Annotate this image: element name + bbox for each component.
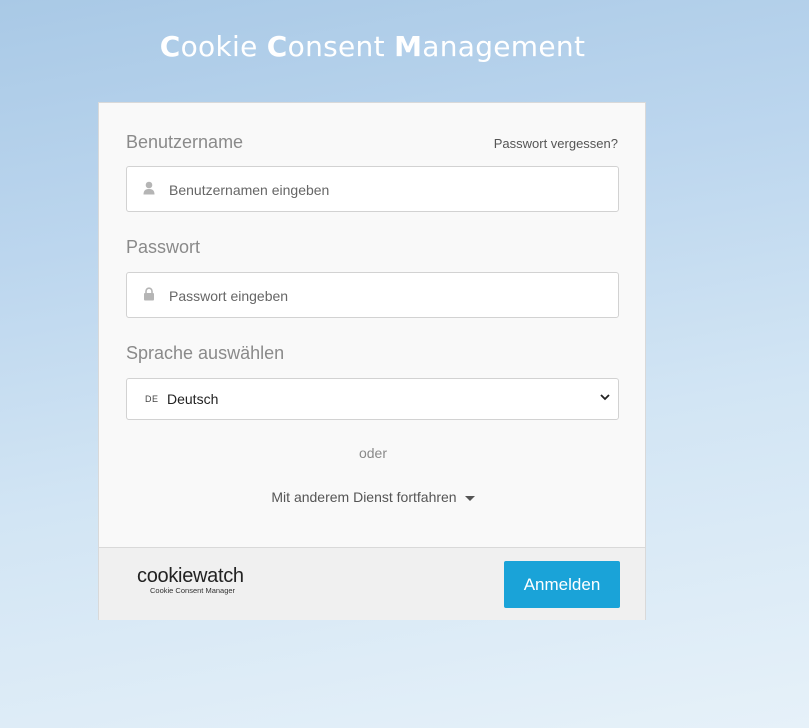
user-icon: [143, 181, 155, 195]
username-field[interactable]: [126, 166, 619, 213]
language-label: Sprache auswählen: [126, 343, 285, 363]
logo-sub-text: Cookie Consent Manager: [150, 586, 236, 595]
language-flag: DE: [145, 394, 159, 404]
language-select[interactable]: DE Deutsch: [126, 378, 619, 420]
password-field[interactable]: [126, 272, 619, 319]
lock-icon: [144, 287, 154, 301]
login-card: Benutzername Passwort vergessen? Passwor…: [98, 102, 646, 620]
forgot-password-link[interactable]: Passwort vergessen?: [494, 136, 618, 151]
language-value: Deutsch: [167, 391, 219, 407]
card-footer: cookiewatch Cookie Consent Manager Anmel…: [99, 547, 645, 620]
cookiewatch-logo: cookiewatch Cookie Consent Manager: [137, 565, 244, 595]
login-button[interactable]: Anmelden: [504, 561, 620, 608]
chevron-down-icon: [600, 394, 610, 401]
other-service-label: Mit anderem Dienst fortfahren: [271, 489, 457, 505]
password-label: Passwort: [126, 237, 201, 257]
title-word-3: Management: [394, 30, 586, 63]
password-input[interactable]: [167, 273, 611, 319]
title-word-2: Consent: [266, 30, 395, 63]
caret-down-icon: [464, 495, 475, 501]
page-title: Cookie Consent Management: [0, 30, 745, 63]
username-input[interactable]: [167, 167, 611, 213]
other-service-toggle[interactable]: Mit anderem Dienst fortfahren: [99, 489, 647, 505]
or-divider-text: oder: [358, 445, 388, 461]
title-word-1: Cookie: [159, 30, 267, 63]
username-label: Benutzername: [126, 132, 244, 152]
logo-main-text: cookiewatch: [137, 565, 244, 587]
